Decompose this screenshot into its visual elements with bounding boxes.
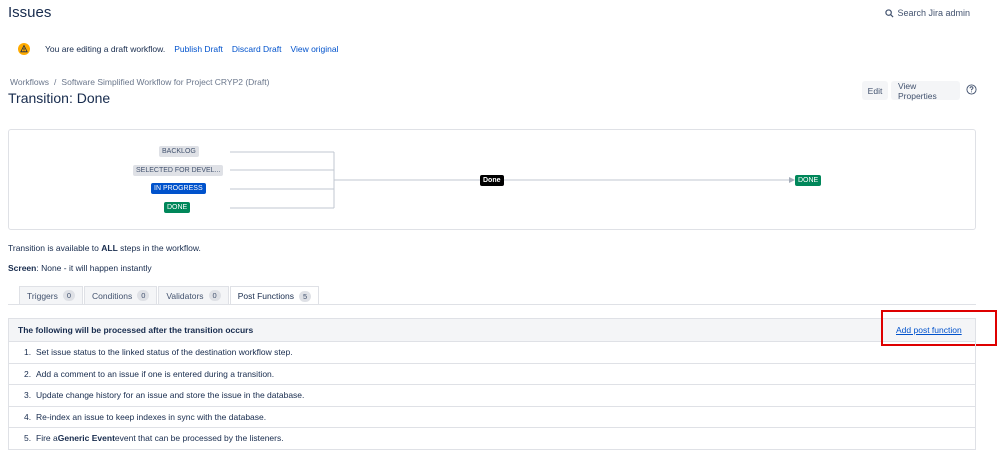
tab-conditions[interactable]: Conditions 0 <box>84 286 158 304</box>
transition-tabs: Triggers 0 Conditions 0 Validators 0 Post F… <box>19 286 320 305</box>
availability-text: Transition is available to ALL steps in … <box>8 243 201 253</box>
breadcrumb-current-link[interactable]: Software Simplified Workflow for Project… <box>61 77 269 87</box>
transition-title: Transition: Done <box>8 90 111 106</box>
breadcrumb: Workflows / Software Simplified Workflow f… <box>10 77 269 87</box>
post-functions-header: The following will be processed after th… <box>8 318 976 342</box>
draft-banner: You are editing a draft workflow. Publis… <box>18 43 339 55</box>
discard-draft-link[interactable]: Discard Draft <box>232 44 282 54</box>
post-functions-list: 1. Set issue status to the linked status … <box>8 342 976 450</box>
workflow-diagram: BACKLOG SELECTED FOR DEVEL... IN PROGRES… <box>8 129 976 230</box>
status-lozenge-done-source: DONE <box>164 202 191 213</box>
list-item: 5. Fire a Generic Event event that can be… <box>8 428 976 450</box>
search-link[interactable]: Search Jira admin <box>885 8 970 18</box>
status-lozenge-selected: SELECTED FOR DEVEL... <box>133 165 224 176</box>
search-label: Search Jira admin <box>897 8 970 18</box>
breadcrumb-workflows-link[interactable]: Workflows <box>10 77 49 87</box>
publish-draft-link[interactable]: Publish Draft <box>174 44 223 54</box>
list-item: 2. Add a comment to an issue if one is en… <box>8 363 976 385</box>
edit-button[interactable]: Edit <box>862 81 888 100</box>
validators-count-badge: 0 <box>208 290 221 301</box>
list-item: 4. Re-index an issue to keep indexes in s… <box>8 406 976 428</box>
tab-triggers[interactable]: Triggers 0 <box>19 286 84 304</box>
search-icon <box>885 8 894 18</box>
view-original-link[interactable]: View original <box>290 44 338 54</box>
warning-icon <box>18 43 30 55</box>
list-item: 3. Update change history for an issue and… <box>8 385 976 407</box>
tab-post-functions[interactable]: Post Functions 5 <box>229 286 320 305</box>
page-title: Issues <box>8 4 52 21</box>
screen-text: Screen: None - it will happen instantly <box>8 263 152 273</box>
conditions-count-badge: 0 <box>137 290 150 301</box>
list-item: 1. Set issue status to the linked status … <box>8 342 976 364</box>
view-properties-button[interactable]: View Properties <box>891 81 960 101</box>
help-icon[interactable] <box>966 84 977 95</box>
tab-validators[interactable]: Validators 0 <box>158 286 229 304</box>
transition-label: Done <box>480 175 504 186</box>
tab-divider <box>8 304 976 305</box>
status-lozenge-backlog: BACKLOG <box>159 146 199 157</box>
post-functions-count-badge: 5 <box>298 290 312 302</box>
highlight-box <box>881 310 997 346</box>
breadcrumb-separator: / <box>54 77 57 87</box>
status-lozenge-in-progress: IN PROGRESS <box>151 183 206 194</box>
status-lozenge-done-target: DONE <box>795 175 822 186</box>
triggers-count-badge: 0 <box>62 290 76 301</box>
draft-message: You are editing a draft workflow. <box>45 44 166 54</box>
